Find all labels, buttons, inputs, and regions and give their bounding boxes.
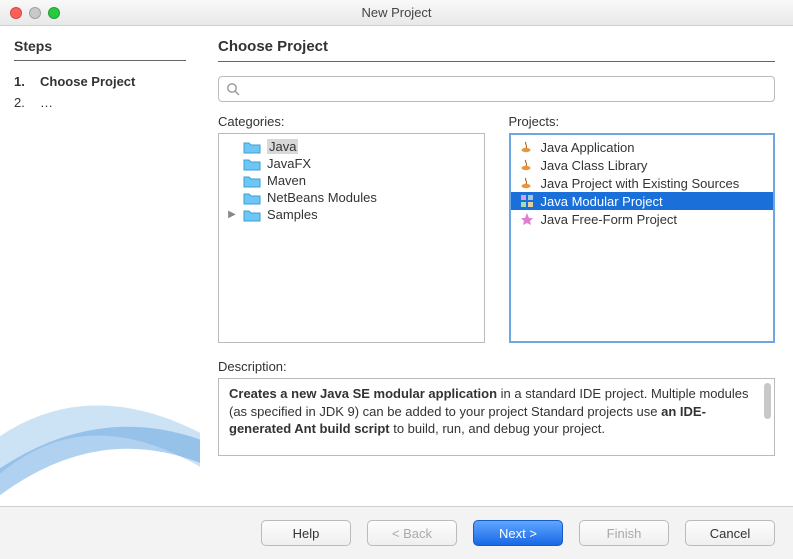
folder-icon bbox=[243, 208, 261, 222]
finish-button[interactable]: Finish bbox=[579, 520, 669, 546]
project-item-modular[interactable]: Java Modular Project bbox=[511, 192, 774, 210]
project-label: Java Project with Existing Sources bbox=[541, 176, 740, 191]
projects-list[interactable]: Java Application Java Class Library Java… bbox=[509, 133, 776, 343]
category-item-maven[interactable]: Maven bbox=[219, 172, 484, 189]
description-text: Creates a new Java SE modular applicatio… bbox=[229, 386, 749, 436]
coffee-icon bbox=[519, 175, 535, 191]
projects-pane: Projects: Java Application Java Class Li… bbox=[509, 114, 776, 343]
categories-pane: Categories: Java JavaFX bbox=[218, 114, 485, 343]
step-label: … bbox=[40, 95, 53, 110]
step-1: 1. Choose Project bbox=[14, 71, 186, 92]
titlebar: New Project bbox=[0, 0, 793, 26]
category-label: NetBeans Modules bbox=[267, 190, 377, 205]
chevron-right-icon[interactable]: ▶ bbox=[227, 209, 237, 220]
freeform-icon bbox=[519, 211, 535, 227]
panes: Categories: Java JavaFX bbox=[218, 114, 775, 343]
coffee-icon bbox=[519, 157, 535, 173]
coffee-icon bbox=[519, 139, 535, 155]
folder-icon bbox=[243, 174, 261, 188]
next-button[interactable]: Next > bbox=[473, 520, 563, 546]
help-button[interactable]: Help bbox=[261, 520, 351, 546]
folder-icon bbox=[243, 140, 261, 154]
description-label: Description: bbox=[218, 359, 775, 374]
category-item-java[interactable]: Java bbox=[219, 138, 484, 155]
category-item-samples[interactable]: ▶ Samples bbox=[219, 206, 484, 223]
back-button[interactable]: < Back bbox=[367, 520, 457, 546]
categories-list[interactable]: Java JavaFX Maven Ne bbox=[218, 133, 485, 343]
project-label: Java Application bbox=[541, 140, 635, 155]
decorative-swoosh bbox=[0, 346, 200, 506]
content-panel: Choose Project Categories: Java bbox=[200, 26, 793, 506]
project-item-class-library[interactable]: Java Class Library bbox=[511, 156, 774, 174]
step-2: 2. … bbox=[14, 92, 186, 113]
category-label: Java bbox=[267, 139, 298, 154]
step-label: Choose Project bbox=[40, 74, 135, 89]
steps-panel: Steps 1. Choose Project 2. … bbox=[0, 26, 200, 506]
scrollbar[interactable] bbox=[764, 383, 771, 419]
categories-label: Categories: bbox=[218, 114, 485, 129]
folder-icon bbox=[243, 191, 261, 205]
project-item-java-application[interactable]: Java Application bbox=[511, 138, 774, 156]
project-item-existing-sources[interactable]: Java Project with Existing Sources bbox=[511, 174, 774, 192]
projects-label: Projects: bbox=[509, 114, 776, 129]
category-label: Maven bbox=[267, 173, 306, 188]
project-label: Java Free-Form Project bbox=[541, 212, 678, 227]
category-label: Samples bbox=[267, 207, 318, 222]
project-item-freeform[interactable]: Java Free-Form Project bbox=[511, 210, 774, 228]
module-icon bbox=[519, 193, 535, 209]
project-label: Java Modular Project bbox=[541, 194, 663, 209]
main-area: Steps 1. Choose Project 2. … Choose Proj… bbox=[0, 26, 793, 506]
step-number: 1. bbox=[14, 74, 30, 89]
category-item-javafx[interactable]: JavaFX bbox=[219, 155, 484, 172]
page-title: Choose Project bbox=[218, 38, 775, 62]
project-label: Java Class Library bbox=[541, 158, 648, 173]
search-icon bbox=[226, 82, 240, 99]
search-wrap bbox=[218, 76, 775, 102]
steps-heading: Steps bbox=[14, 38, 186, 61]
category-label: JavaFX bbox=[267, 156, 311, 171]
button-bar: Help < Back Next > Finish Cancel bbox=[0, 506, 793, 559]
window-title: New Project bbox=[0, 5, 793, 20]
folder-icon bbox=[243, 157, 261, 171]
cancel-button[interactable]: Cancel bbox=[685, 520, 775, 546]
description-box: Creates a new Java SE modular applicatio… bbox=[218, 378, 775, 456]
search-input[interactable] bbox=[218, 76, 775, 102]
category-item-netbeans[interactable]: NetBeans Modules bbox=[219, 189, 484, 206]
step-number: 2. bbox=[14, 95, 30, 110]
